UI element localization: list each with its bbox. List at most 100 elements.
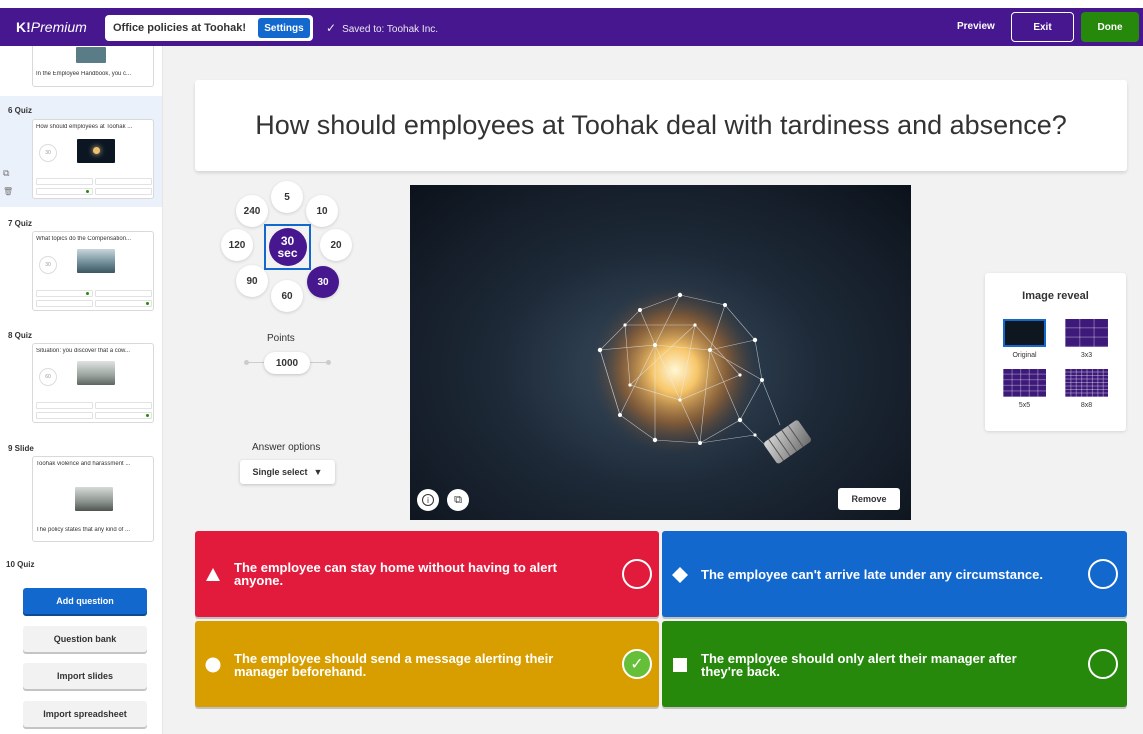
answer-text[interactable]: The employee can stay home without havin… [234, 561, 594, 587]
slide-card[interactable]: Toohak violence and harassment ... The p… [32, 456, 154, 542]
answer-4[interactable]: The employee should only alert their man… [662, 621, 1127, 707]
points-slider-max[interactable] [326, 360, 331, 365]
question-bank-button[interactable]: Question bank [23, 626, 147, 652]
question-title-box[interactable]: How should employees at Toohak deal with… [195, 80, 1127, 171]
sidebar-item-10[interactable]: 10 Quiz [0, 552, 162, 582]
sidebar-item-9[interactable]: 9 Slide Toohak violence and harassment .… [0, 435, 162, 542]
reveal-option-label: 5x5 [1018, 402, 1031, 409]
slide-card-footer: The policy states that any kind of ... [36, 527, 131, 533]
answer-placeholder [95, 412, 152, 419]
reveal-option-3x3[interactable] [1065, 319, 1108, 347]
sidebar-item-7[interactable]: 7 Quiz What topics do the Compensation..… [0, 210, 162, 314]
time-option-10[interactable]: 10 [306, 195, 338, 227]
answer-placeholder [36, 178, 93, 185]
reveal-option-8x8[interactable] [1065, 369, 1108, 397]
reveal-option-label: 8x8 [1080, 402, 1093, 409]
answer-1[interactable]: The employee can stay home without havin… [195, 531, 659, 617]
kahoot-title: Office policies at Toohak! [113, 22, 247, 34]
slide-card[interactable]: What topics do the Compensation... 30 [32, 231, 154, 311]
slide-number-label: 8 Quiz [8, 331, 33, 340]
remove-image-button[interactable]: Remove [838, 488, 900, 510]
done-button[interactable]: Done [1081, 12, 1139, 42]
time-limit-unit: sec [277, 246, 298, 260]
question-image[interactable] [410, 185, 911, 520]
question-text[interactable]: How should employees at Toohak deal with… [255, 110, 1067, 141]
image-reveal-title: Image reveal [1022, 290, 1089, 302]
answer-options-select[interactable]: Single select ▼ [240, 460, 335, 484]
time-option-30[interactable]: 30 [307, 266, 339, 298]
points-label: Points [267, 333, 295, 344]
slide-card-5[interactable]: In the Employee Handbook, you c... [32, 46, 154, 87]
reveal-option-original[interactable] [1003, 319, 1046, 347]
answer-placeholder [36, 290, 93, 297]
correct-toggle[interactable] [1088, 559, 1118, 589]
slide-thumbnail [76, 47, 106, 63]
answer-3[interactable]: The employee should send a message alert… [195, 621, 659, 707]
correct-toggle[interactable] [1088, 649, 1118, 679]
slide-card-question: What topics do the Compensation... [36, 236, 132, 242]
reveal-option-label: 3x3 [1080, 352, 1093, 359]
kahoot-logo[interactable]: K!Premium [16, 19, 87, 35]
time-option-60[interactable]: 60 [271, 280, 303, 312]
slide-card-timer: 30 [39, 144, 57, 162]
slide-card-timer: 60 [39, 368, 57, 386]
slide-card-text: In the Employee Handbook, you c... [36, 71, 132, 77]
slide-thumbnail [75, 487, 113, 511]
info-icon[interactable]: i [417, 489, 439, 511]
answer-text[interactable]: The employee can't arrive late under any… [701, 568, 1081, 581]
saved-status: ✓ Saved to: Toohak Inc. [326, 21, 439, 35]
answer-placeholder [95, 290, 152, 297]
answer-2[interactable]: The employee can't arrive late under any… [662, 531, 1127, 617]
answer-options-value: Single select [252, 467, 308, 477]
slide-number-label: 10 Quiz [6, 560, 35, 569]
triangle-icon [206, 568, 220, 581]
slide-card[interactable]: Situation: you discover that a cow... 60 [32, 343, 154, 423]
lightbulb-network-image [585, 280, 812, 464]
settings-button[interactable]: Settings [258, 18, 310, 38]
add-question-button[interactable]: Add question [23, 588, 147, 614]
answer-text[interactable]: The employee should only alert their man… [701, 652, 1061, 678]
slide-card-timer: 30 [39, 256, 57, 274]
trash-icon[interactable]: 🗑 [3, 187, 13, 196]
slide-thumbnail [77, 249, 115, 273]
slide-list-sidebar[interactable]: In the Employee Handbook, you c... 6 Qui… [0, 46, 163, 734]
slide-thumbnail [77, 139, 115, 163]
points-value[interactable]: 1000 [264, 352, 310, 374]
answer-options-label: Answer options [252, 442, 321, 453]
kahoot-title-field[interactable]: Office policies at Toohak! Settings [105, 15, 313, 41]
time-option-20[interactable]: 20 [320, 229, 352, 261]
correct-dot [86, 190, 89, 193]
preview-button[interactable]: Preview [957, 21, 995, 32]
reveal-option-5x5[interactable] [1003, 369, 1046, 397]
exit-button[interactable]: Exit [1011, 12, 1074, 42]
slide-card[interactable]: How should employees at Toohak ... 30 [32, 119, 154, 199]
correct-toggle[interactable] [622, 559, 652, 589]
correct-dot [146, 302, 149, 305]
sidebar-item-6[interactable]: 6 Quiz ⧉ 🗑 How should employees at Tooha… [0, 96, 162, 207]
crop-icon[interactable]: ⧉ [447, 489, 469, 511]
import-slides-button[interactable]: Import slides [23, 663, 147, 689]
diamond-icon [672, 567, 688, 583]
top-white-strip [0, 0, 1143, 8]
time-limit-selected[interactable]: 30 sec [264, 224, 311, 270]
answer-placeholder [95, 178, 152, 185]
correct-dot [86, 292, 89, 295]
import-spreadsheet-button[interactable]: Import spreadsheet [23, 701, 147, 727]
reveal-option-label: Original [1012, 352, 1037, 359]
answer-text[interactable]: The employee should send a message alert… [234, 652, 594, 678]
slide-card-question: Situation: you discover that a cow... [36, 348, 131, 354]
correct-dot [146, 414, 149, 417]
time-option-240[interactable]: 240 [236, 195, 268, 227]
duplicate-icon[interactable]: ⧉ [3, 168, 9, 179]
answer-placeholder [95, 402, 152, 409]
check-icon: ✓ [326, 21, 337, 35]
answer-placeholder [36, 300, 93, 307]
time-option-120[interactable]: 120 [221, 229, 253, 261]
time-option-5[interactable]: 5 [271, 181, 303, 213]
slider-track [249, 362, 265, 363]
answer-placeholder [36, 412, 93, 419]
correct-toggle-checked[interactable]: ✓ [622, 649, 652, 679]
sidebar-item-8[interactable]: 8 Quiz Situation: you discover that a co… [0, 322, 162, 426]
slide-card-question: How should employees at Toohak ... [36, 124, 133, 130]
slide-card-question: Toohak violence and harassment ... [36, 461, 131, 467]
